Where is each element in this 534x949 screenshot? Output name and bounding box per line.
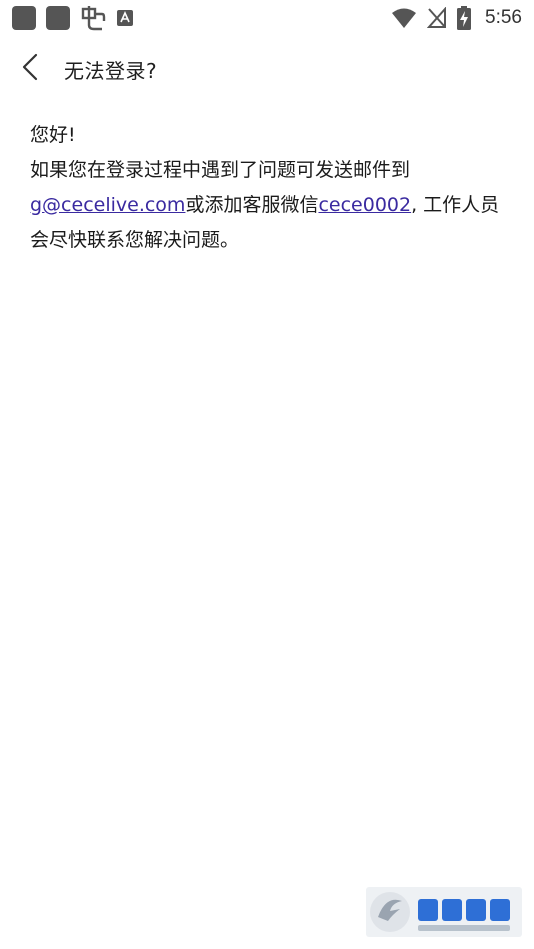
battery-charging-icon <box>457 6 472 30</box>
notification-square-icon <box>46 6 70 30</box>
screen: 5:56 无法登录? 您好! 如果您在登录过程中遇到了问题可发送邮件到 g@ce… <box>0 0 534 949</box>
help-paragraph: 如果您在登录过程中遇到了问题可发送邮件到 g@cecelive.com或添加客服… <box>30 153 500 258</box>
status-left <box>12 5 134 31</box>
status-time: 5:56 <box>485 7 522 28</box>
back-button[interactable] <box>2 44 58 94</box>
status-right: 5:56 <box>391 6 522 30</box>
wechat-id-link[interactable]: cece0002 <box>318 194 411 216</box>
app-notification-icon <box>80 5 106 31</box>
help-text-mid: 或添加客服微信 <box>185 194 319 216</box>
message-body: 您好! 如果您在登录过程中遇到了问题可发送邮件到 g@cecelive.com或… <box>30 118 500 258</box>
wifi-icon <box>391 7 417 29</box>
notification-square-icon <box>12 6 36 30</box>
greeting-text: 您好! <box>30 124 76 146</box>
status-bar: 5:56 <box>0 0 534 36</box>
chevron-left-icon <box>18 53 42 85</box>
no-signal-icon <box>427 7 447 29</box>
help-text-prefix: 如果您在登录过程中遇到了问题可发送邮件到 <box>30 159 411 181</box>
app-bar: 无法登录? <box>0 44 534 94</box>
page-title: 无法登录? <box>64 58 158 83</box>
email-link[interactable]: g@cecelive.com <box>30 194 185 216</box>
site-watermark-logo <box>366 887 522 937</box>
keyboard-notification-icon <box>116 9 134 27</box>
